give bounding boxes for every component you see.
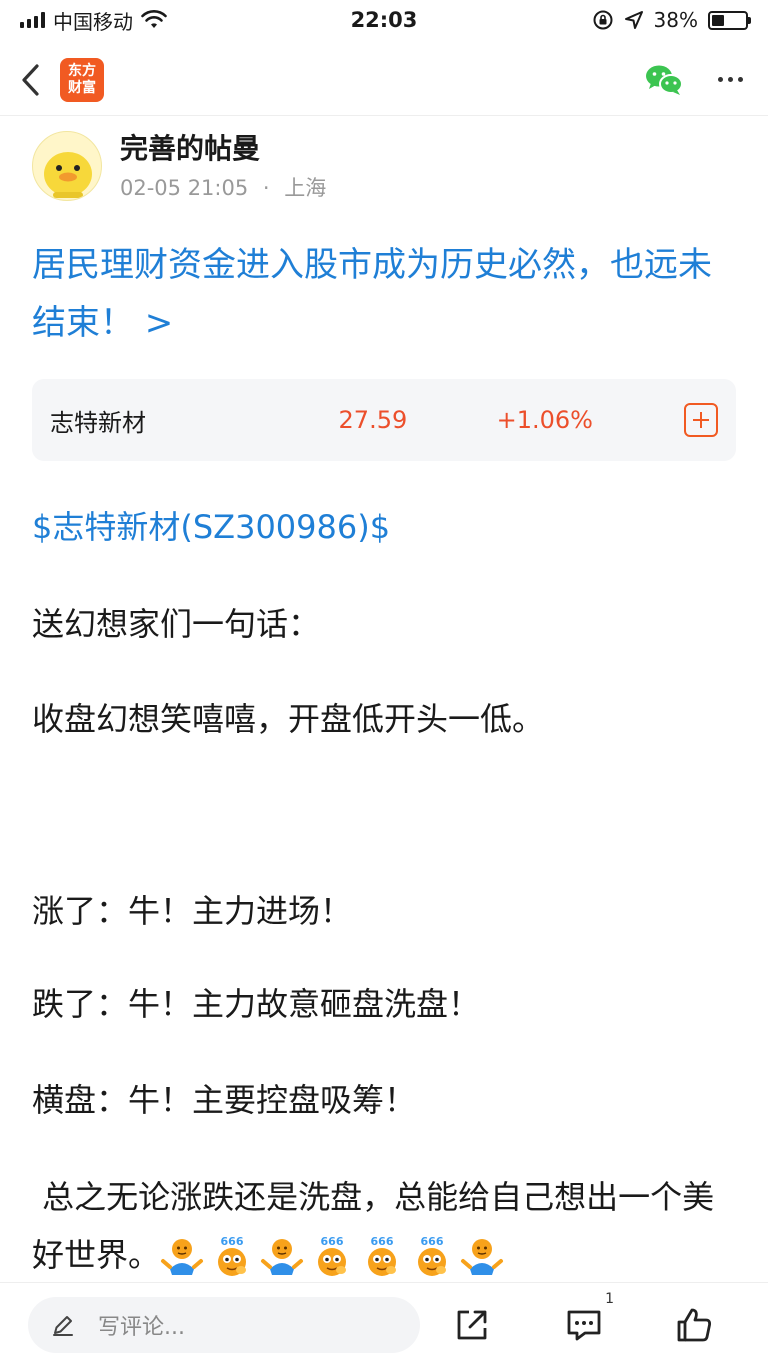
rotation-lock-icon: [593, 10, 613, 30]
nav-bar: 东方 财富: [0, 44, 768, 116]
signal-icon: [20, 12, 45, 28]
share-button[interactable]: [450, 1303, 494, 1347]
stock-change: +1.06%: [496, 406, 593, 434]
svg-text:666: 666: [321, 1235, 344, 1248]
comment-placeholder: 写评论...: [98, 1314, 185, 1340]
status-left: 中国移动: [20, 6, 320, 35]
app-logo[interactable]: 东方 财富: [60, 57, 104, 102]
add-to-watchlist-icon[interactable]: [684, 403, 718, 437]
avatar[interactable]: [32, 131, 102, 201]
battery-percent: 38%: [653, 8, 698, 32]
svg-text:666: 666: [221, 1235, 244, 1248]
emoji-row: 666 666 666 666: [160, 1235, 504, 1279]
carrier-label: 中国移动: [53, 9, 133, 34]
thumbs-up-icon: [677, 1308, 712, 1342]
status-right: 38%: [448, 8, 751, 32]
more-icon[interactable]: [712, 62, 748, 98]
author-meta: 02-05 21:05 · 上海: [120, 172, 326, 202]
post-headline-link[interactable]: 居民理财资金进入股市成为历史必然，也远未结束！ >: [32, 236, 736, 352]
battery-icon: [708, 10, 751, 30]
shrug-emoji: [161, 1239, 204, 1275]
duck-avatar-icon: [44, 152, 92, 198]
svg-text:666: 666: [371, 1235, 394, 1248]
pen-icon: [53, 1315, 73, 1336]
svg-text:666: 666: [421, 1235, 444, 1248]
shrug-emoji: [261, 1239, 304, 1275]
status-bar: 中国移动 22:03 38%: [0, 0, 768, 40]
post-line-4: 跌了：牛！主力故意砸盘洗盘！: [32, 985, 481, 1023]
stock-tag-link[interactable]: $志特新材(SZ300986)$: [32, 498, 736, 556]
666-emoji: 666: [218, 1235, 247, 1276]
stock-quote-card[interactable]: 志特新材 27.59 +1.06%: [32, 379, 736, 461]
author-row: 完善的帖曼 02-05 21:05 · 上海: [32, 126, 736, 206]
shrug-emoji: [461, 1239, 504, 1275]
stock-price: 27.59: [338, 406, 408, 434]
stock-name: 志特新材: [50, 408, 146, 437]
comment-input[interactable]: 写评论...: [28, 1296, 420, 1353]
wifi-icon: [141, 10, 167, 28]
location-arrow-icon: [624, 11, 643, 29]
share-icon: [457, 1310, 487, 1340]
666-emoji: 666: [368, 1235, 397, 1276]
post-line-6: 总之无论涨跌还是洗盘，总能给自己想出一个美好世界。 666 666 666 666: [32, 1168, 736, 1284]
666-emoji: 666: [418, 1235, 447, 1276]
666-emoji: 666: [318, 1235, 347, 1276]
post-line-2: 收盘幻想笑嘻嘻，开盘低开头一低。: [32, 700, 545, 738]
battery-fill: [712, 14, 725, 26]
post-location: 上海: [284, 176, 327, 200]
comment-bubble-icon: [567, 1310, 601, 1341]
post-line-5: 横盘：牛！主要控盘吸筹！: [32, 1081, 417, 1119]
wechat-share-icon[interactable]: [644, 62, 684, 98]
like-button[interactable]: [672, 1303, 716, 1347]
author-info: 完善的帖曼 02-05 21:05 · 上海: [120, 130, 326, 202]
logo-line2: 财富: [68, 79, 96, 96]
bottom-action-bar: 写评论... 1: [0, 1282, 768, 1366]
back-icon[interactable]: [20, 60, 48, 100]
meta-separator: ·: [262, 176, 270, 200]
post-line-1: 送幻想家们一句话：: [32, 605, 321, 643]
clock: 22:03: [350, 8, 418, 32]
logo-line1: 东方: [68, 62, 96, 79]
post-date: 02-05 21:05: [120, 176, 249, 200]
author-name[interactable]: 完善的帖曼: [120, 130, 326, 168]
comment-count-badge: 1: [605, 1291, 614, 1307]
post-line-3: 涨了：牛！主力进场！: [32, 892, 353, 930]
comments-button[interactable]: 1: [562, 1291, 614, 1347]
